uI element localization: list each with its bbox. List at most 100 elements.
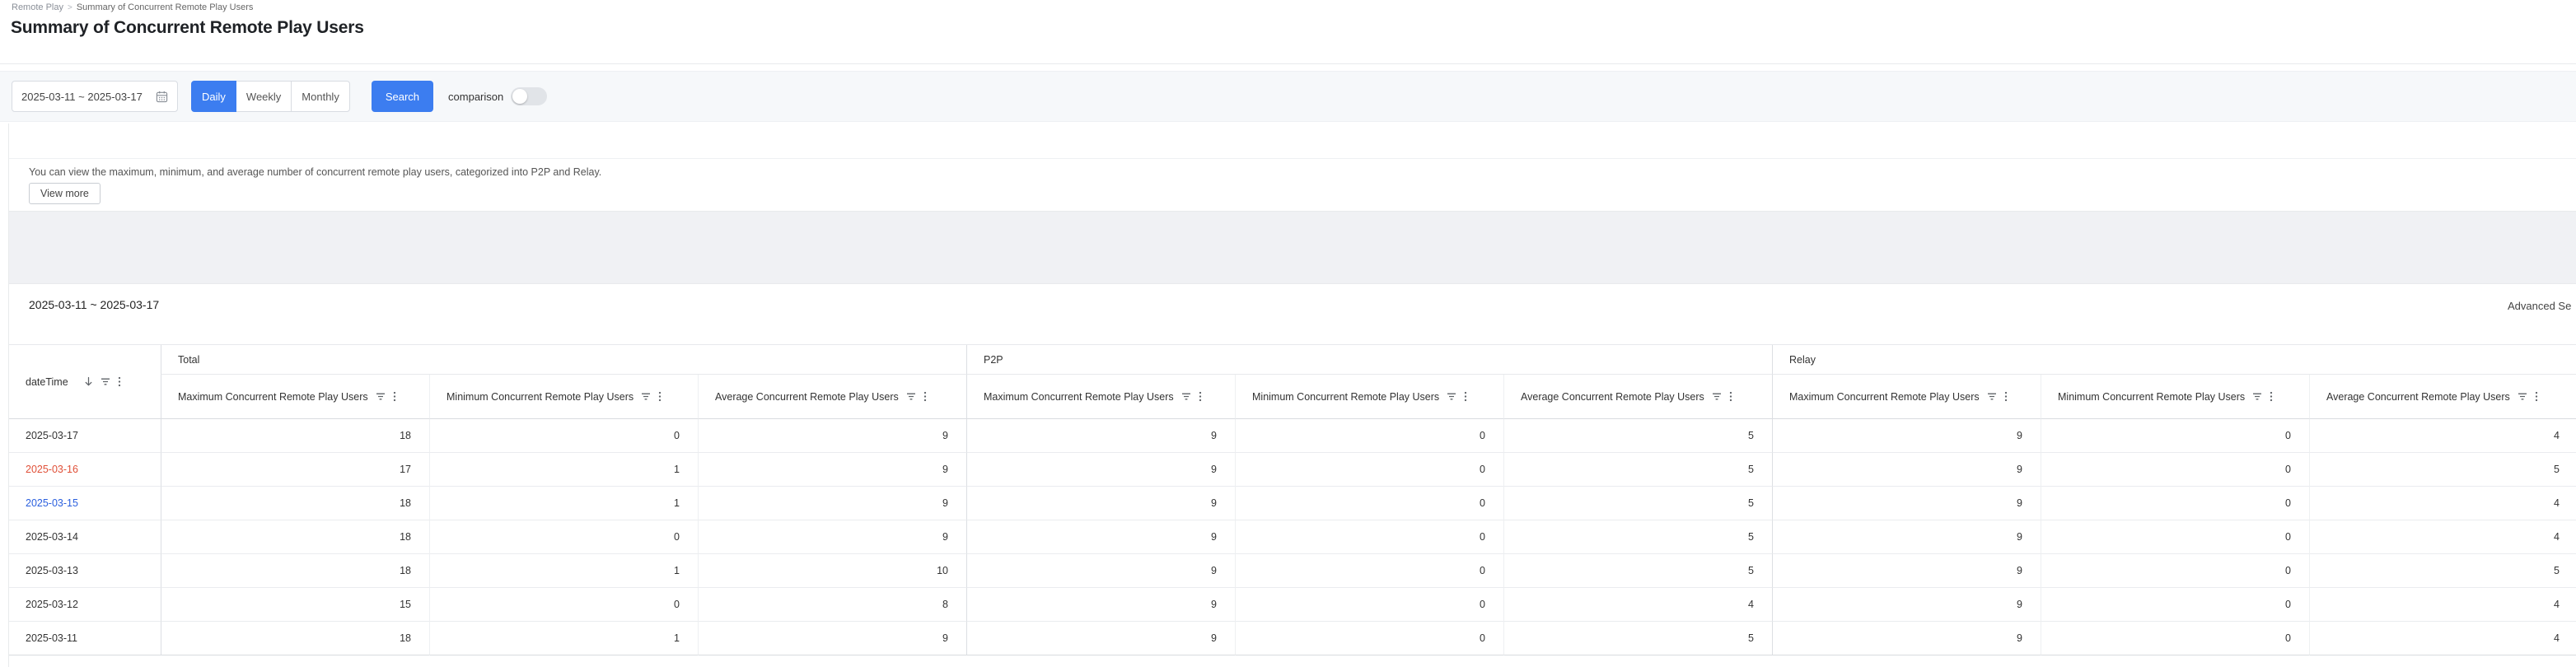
period-weekly-button[interactable]: Weekly: [236, 81, 292, 112]
value-cell: 0: [1235, 622, 1503, 655]
page-title: Summary of Concurrent Remote Play Users: [11, 18, 364, 38]
column-header-total-max[interactable]: Maximum Concurrent Remote Play Users: [161, 375, 429, 419]
value-cell: 9: [698, 487, 966, 520]
filter-icon[interactable]: [376, 393, 386, 400]
breadcrumb-item-remote-play[interactable]: Remote Play: [12, 2, 63, 12]
value-cell: 8: [698, 588, 966, 622]
column-menu-icon[interactable]: [393, 391, 396, 402]
value-cell: 9: [698, 453, 966, 487]
filter-icon[interactable]: [2252, 393, 2262, 400]
value-cell: 0: [1235, 453, 1503, 487]
column-header-relay-max[interactable]: Maximum Concurrent Remote Play Users: [1772, 375, 2041, 419]
column-menu-icon[interactable]: [2004, 391, 2008, 402]
value-cell: 9: [698, 520, 966, 554]
column-header-p2p-max[interactable]: Maximum Concurrent Remote Play Users: [966, 375, 1235, 419]
value-cell: 9: [966, 520, 1235, 554]
column-menu-icon[interactable]: [2270, 391, 2273, 402]
value-cell: 9: [966, 622, 1235, 655]
date-cell: 2025-03-17: [9, 419, 161, 453]
value-cell: 0: [429, 520, 698, 554]
filter-icon[interactable]: [641, 393, 651, 400]
column-menu-icon[interactable]: [1464, 391, 1467, 402]
date-cell: 2025-03-12: [9, 588, 161, 622]
column-label: Maximum Concurrent Remote Play Users: [178, 391, 368, 403]
column-label: Average Concurrent Remote Play Users: [2326, 391, 2510, 403]
column-label: Minimum Concurrent Remote Play Users: [2058, 391, 2245, 403]
value-cell: 5: [1503, 554, 1772, 588]
column-menu-icon[interactable]: [923, 391, 927, 402]
value-cell: 0: [2041, 622, 2309, 655]
value-cell: 4: [2309, 520, 2576, 554]
value-cell: 9: [966, 453, 1235, 487]
divider: [0, 63, 2576, 64]
value-cell: 0: [2041, 520, 2309, 554]
value-cell: 9: [1772, 453, 2041, 487]
value-cell: 1: [429, 487, 698, 520]
value-cell: 9: [1772, 520, 2041, 554]
filter-icon[interactable]: [1447, 393, 1456, 400]
value-cell: 18: [161, 622, 429, 655]
column-header-datetime[interactable]: dateTime: [9, 345, 161, 419]
breadcrumb-item-current: Summary of Concurrent Remote Play Users: [77, 2, 254, 12]
value-cell: 9: [698, 622, 966, 655]
column-header-relay-avg[interactable]: Average Concurrent Remote Play Users: [2309, 375, 2576, 419]
value-cell: 4: [2309, 588, 2576, 622]
value-cell: 4: [2309, 487, 2576, 520]
column-header-total-min[interactable]: Minimum Concurrent Remote Play Users: [429, 375, 698, 419]
value-cell: 5: [2309, 554, 2576, 588]
column-menu-icon[interactable]: [1199, 391, 1202, 402]
search-button[interactable]: Search: [372, 81, 433, 112]
toggle-knob: [512, 89, 527, 104]
value-cell: 0: [2041, 419, 2309, 453]
group-label: P2P: [984, 354, 1003, 366]
column-label: dateTime: [26, 376, 68, 388]
toolbar: 2025-03-11 ~ 2025-03-17 DailyWeeklyMonth…: [0, 71, 2576, 122]
filter-icon[interactable]: [906, 393, 916, 400]
value-cell: 9: [1772, 554, 2041, 588]
breadcrumb-separator-icon: >: [68, 3, 72, 12]
description-text: You can view the maximum, minimum, and a…: [29, 166, 601, 178]
value-cell: 18: [161, 520, 429, 554]
value-cell: 15: [161, 588, 429, 622]
period-monthly-button[interactable]: Monthly: [291, 81, 350, 112]
value-cell: 0: [429, 588, 698, 622]
date-range-value: 2025-03-11 ~ 2025-03-17: [21, 91, 143, 103]
value-cell: 4: [2309, 622, 2576, 655]
filter-icon[interactable]: [101, 378, 110, 385]
column-label: Minimum Concurrent Remote Play Users: [1252, 391, 1439, 403]
column-header-total-avg[interactable]: Average Concurrent Remote Play Users: [698, 375, 966, 419]
column-header-p2p-min[interactable]: Minimum Concurrent Remote Play Users: [1235, 375, 1503, 419]
value-cell: 9: [1772, 487, 2041, 520]
advanced-search-link[interactable]: Advanced Se: [2508, 300, 2571, 312]
value-cell: 0: [1235, 487, 1503, 520]
filter-icon[interactable]: [1987, 393, 1997, 400]
column-label: Maximum Concurrent Remote Play Users: [1789, 391, 1980, 403]
group-header-relay: Relay: [1772, 345, 2576, 375]
main-content: You can view the maximum, minimum, and a…: [8, 124, 2576, 667]
calendar-icon[interactable]: [156, 91, 168, 103]
value-cell: 4: [1503, 588, 1772, 622]
date-range-input[interactable]: 2025-03-11 ~ 2025-03-17: [12, 81, 178, 112]
filter-icon[interactable]: [2518, 393, 2527, 400]
column-menu-icon[interactable]: [2535, 391, 2538, 402]
value-cell: 0: [1235, 520, 1503, 554]
value-cell: 5: [1503, 453, 1772, 487]
value-cell: 0: [1235, 554, 1503, 588]
period-daily-button[interactable]: Daily: [191, 81, 236, 112]
value-cell: 4: [2309, 419, 2576, 453]
filter-icon[interactable]: [1181, 393, 1191, 400]
comparison-toggle[interactable]: [511, 87, 547, 105]
column-menu-icon[interactable]: [658, 391, 662, 402]
filter-icon[interactable]: [1712, 393, 1722, 400]
date-cell: 2025-03-14: [9, 520, 161, 554]
sort-descending-icon[interactable]: [84, 376, 93, 387]
column-menu-icon[interactable]: [118, 376, 121, 387]
column-header-p2p-avg[interactable]: Average Concurrent Remote Play Users: [1503, 375, 1772, 419]
value-cell: 1: [429, 622, 698, 655]
column-header-relay-min[interactable]: Minimum Concurrent Remote Play Users: [2041, 375, 2309, 419]
view-more-button[interactable]: View more: [29, 183, 101, 204]
table-range-label: 2025-03-11 ~ 2025-03-17: [29, 298, 159, 311]
group-header-p2p: P2P: [966, 345, 1772, 375]
column-menu-icon[interactable]: [1729, 391, 1732, 402]
date-cell: 2025-03-16: [9, 453, 161, 487]
